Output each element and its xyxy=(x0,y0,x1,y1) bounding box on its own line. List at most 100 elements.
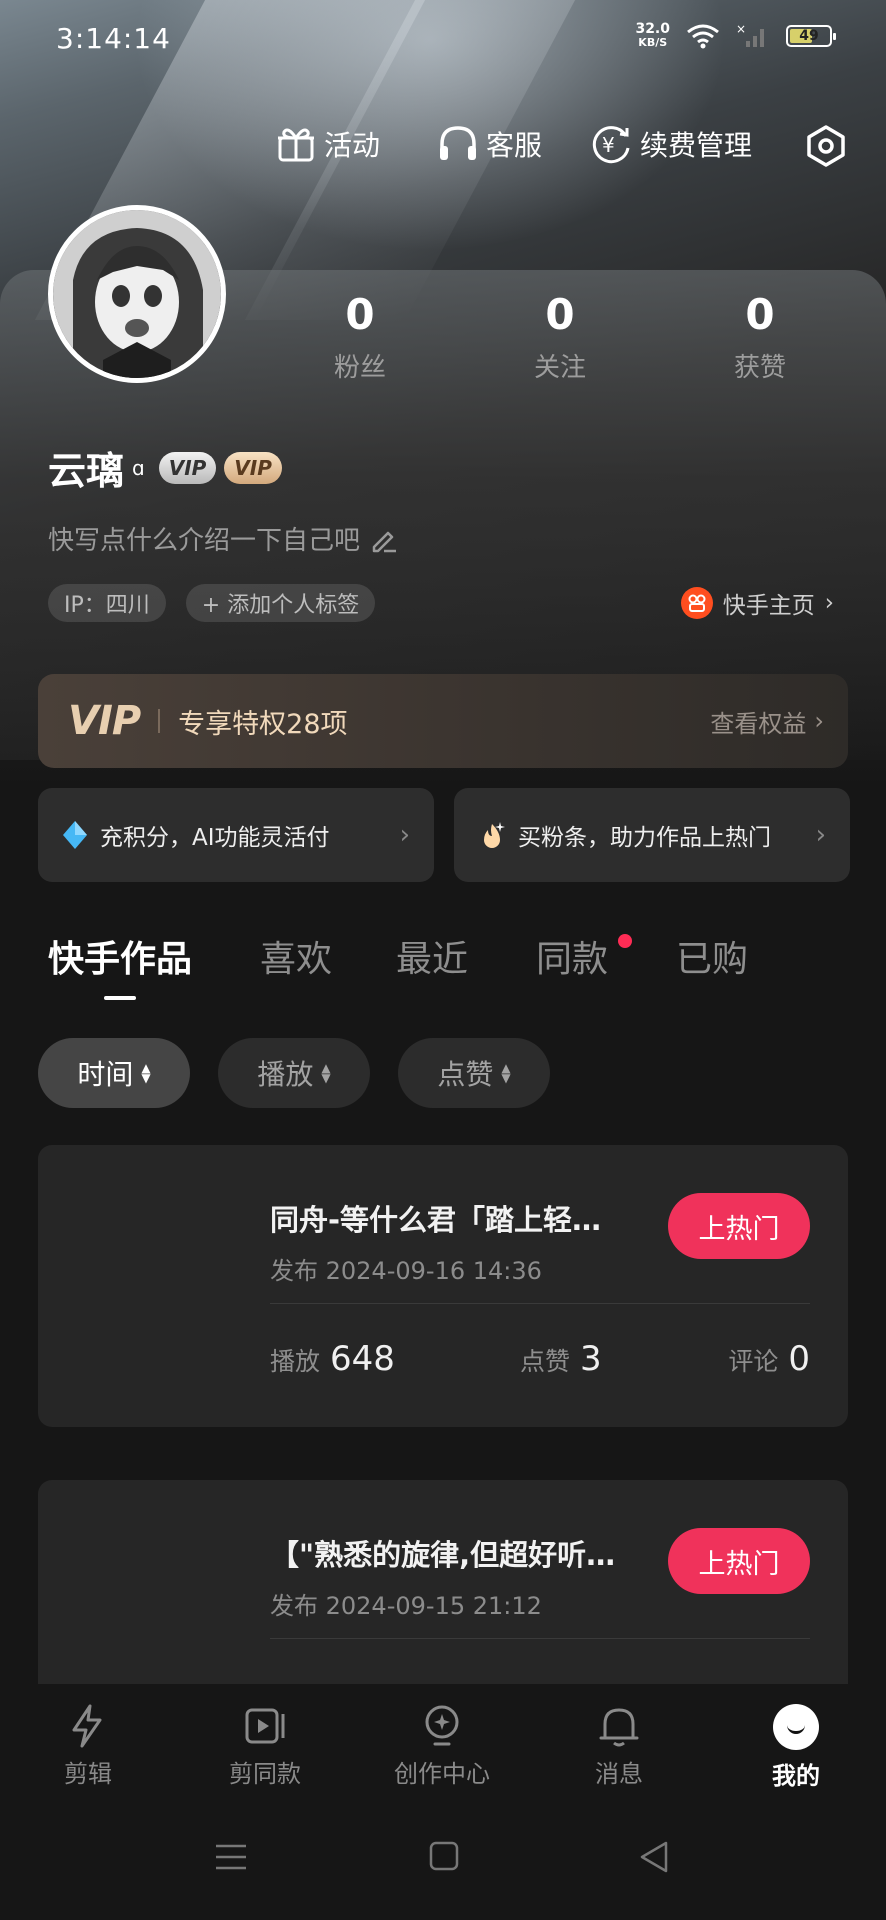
divider xyxy=(270,1638,810,1639)
tab-works[interactable]: 快手作品 xyxy=(48,930,192,982)
likes-label: 获赞 xyxy=(733,353,786,383)
sort-time-label: 时间 xyxy=(77,1058,134,1091)
sort-by-likes-button[interactable]: 点赞 ▲ ▼ xyxy=(398,1038,550,1108)
username-row: 云璃 ɑ VIP VIP xyxy=(48,440,282,495)
gender-icon: ɑ xyxy=(132,455,145,480)
bio-row[interactable]: 快写点什么介绍一下自己吧 xyxy=(48,520,398,557)
diamond-icon xyxy=(63,821,87,849)
work-stats: 播放 648 点赞 3 评论 0 xyxy=(270,1339,810,1383)
promote-hot-button[interactable]: 上热门 xyxy=(668,1528,810,1594)
system-navigation-bar xyxy=(0,1804,886,1920)
active-tab-indicator xyxy=(104,996,136,1000)
lightbulb-icon xyxy=(425,1705,459,1746)
svg-text:¥: ¥ xyxy=(602,133,615,157)
following-label: 关注 xyxy=(533,353,586,383)
divider xyxy=(158,709,161,733)
vip-logo: VIP xyxy=(68,698,141,744)
tab-recent[interactable]: 最近 xyxy=(396,930,468,982)
content-tabs: 快手作品 喜欢 最近 同款 已购 xyxy=(0,930,886,1000)
bottom-navigation: 剪辑 剪同款 创作中心 消息 我的 xyxy=(0,1684,886,1804)
chevron-right-icon: › xyxy=(815,820,826,850)
chevron-right-icon: › xyxy=(814,707,824,735)
menu-icon[interactable] xyxy=(214,1840,248,1874)
points-promo-label: 充积分，AI功能灵活付 xyxy=(100,825,330,851)
chevron-right-icon: › xyxy=(399,820,410,850)
kuaishou-home-link[interactable]: 快手主页 › xyxy=(680,586,834,620)
nav-me[interactable]: 我的 xyxy=(736,1702,856,1791)
avatar[interactable] xyxy=(48,205,226,383)
fans-promo-label: 买粉条，助力作品上热门 xyxy=(518,825,771,851)
nav-messages-label: 消息 xyxy=(595,1760,643,1788)
likes-value: 3 xyxy=(580,1339,602,1379)
service-label: 客服 xyxy=(486,129,543,162)
home-link-label: 快手主页 xyxy=(722,593,815,619)
fans-count: 0 xyxy=(345,290,375,339)
sort-plays-label: 播放 xyxy=(257,1058,314,1091)
network-speed: 32.0 KB/S xyxy=(635,22,670,50)
sort-arrows-icon: ▲ ▼ xyxy=(321,1061,331,1085)
back-triangle-icon[interactable] xyxy=(638,1840,670,1874)
battery-level: 49 xyxy=(799,28,819,44)
work-card[interactable]: 【"熟悉的旋律,但超好听的翻唱 发布 2024-09-15 21:12 上热门 xyxy=(38,1480,848,1700)
points-promo-card[interactable]: 充积分，AI功能灵活付 › xyxy=(38,788,434,882)
edit-pencil-icon xyxy=(372,531,397,552)
bio-placeholder: 快写点什么介绍一下自己吧 xyxy=(48,526,361,556)
nav-template-label: 剪同款 xyxy=(229,1760,301,1788)
sort-likes-label: 点赞 xyxy=(437,1058,494,1091)
gift-icon xyxy=(278,128,314,162)
vip-privilege-text: 专享特权28项 xyxy=(178,708,348,740)
comments-value: 0 xyxy=(788,1339,810,1379)
username: 云璃 xyxy=(48,449,125,493)
sort-by-time-button[interactable]: 时间 ▲ ▼ xyxy=(38,1038,190,1108)
video-template-icon xyxy=(245,1708,285,1744)
work-title: 【"熟悉的旋律,但超好听的翻唱 xyxy=(270,1538,620,1572)
network-speed-unit: KB/S xyxy=(638,36,668,49)
home-square-icon[interactable] xyxy=(428,1840,460,1872)
tab-likes[interactable]: 喜欢 xyxy=(260,930,332,982)
customer-service-button[interactable]: 客服 xyxy=(436,122,542,166)
headset-icon xyxy=(440,126,476,160)
add-tag-button[interactable]: + 添加个人标签 xyxy=(185,584,376,622)
plays-label: 播放 xyxy=(270,1347,321,1376)
nav-same-template[interactable]: 剪同款 xyxy=(205,1702,325,1789)
work-card[interactable]: 同舟-等什么君「踏上轻舟去往白帝城」 发布 2024-09-16 14:36 上… xyxy=(38,1145,848,1427)
stat-following[interactable]: 0 关注 xyxy=(500,290,620,384)
fans-label: 粉丝 xyxy=(333,353,386,383)
fans-promo-card[interactable]: 买粉条，助力作品上热门 › xyxy=(454,788,850,882)
vip-gold-badge[interactable]: VIP xyxy=(224,451,282,484)
divider xyxy=(270,1303,810,1304)
top-actions: 活动 客服 ¥ 续费管理 xyxy=(0,122,886,174)
status-bar: 3:14:14 32.0 KB/S × 49 xyxy=(0,0,886,80)
promote-hot-button[interactable]: 上热门 xyxy=(668,1193,810,1259)
network-speed-value: 32.0 xyxy=(635,21,670,37)
chevron-right-icon: › xyxy=(824,590,834,616)
sort-by-plays-button[interactable]: 播放 ▲ ▼ xyxy=(218,1038,370,1108)
renew-yen-icon: ¥ xyxy=(592,126,630,164)
nav-edit[interactable]: 剪辑 xyxy=(28,1702,148,1789)
tab-same-style[interactable]: 同款 xyxy=(536,930,608,982)
settings-button[interactable] xyxy=(804,124,848,168)
nav-create-label: 创作中心 xyxy=(394,1760,490,1788)
stat-fans[interactable]: 0 粉丝 xyxy=(300,290,420,384)
bell-icon xyxy=(599,1708,639,1747)
following-count: 0 xyxy=(545,290,575,339)
avatar-illustration-icon xyxy=(53,210,221,378)
nav-edit-label: 剪辑 xyxy=(64,1760,112,1788)
work-publish-date: 发布 2024-09-16 14:36 xyxy=(270,1257,542,1285)
vip-badge[interactable]: VIP xyxy=(158,451,217,484)
status-time: 3:14:14 xyxy=(56,22,171,55)
nav-me-label: 我的 xyxy=(772,1762,820,1790)
tab-purchased[interactable]: 已购 xyxy=(676,930,748,982)
view-benefits-link[interactable]: 查看权益 › xyxy=(710,704,824,739)
view-benefits-label: 查看权益 xyxy=(710,709,807,738)
vip-privilege-banner[interactable]: VIP 专享特权28项 查看权益 › xyxy=(38,674,848,768)
sort-arrows-icon: ▲ ▼ xyxy=(501,1061,511,1085)
nav-creator-center[interactable]: 创作中心 xyxy=(382,1702,502,1789)
work-plays: 播放 648 xyxy=(270,1339,395,1379)
activity-button[interactable]: 活动 xyxy=(274,122,380,166)
stat-likes[interactable]: 0 获赞 xyxy=(700,290,820,384)
wifi-icon xyxy=(687,24,719,49)
flame-sparkle-icon xyxy=(484,822,505,848)
renewal-management-button[interactable]: ¥ 续费管理 xyxy=(590,122,752,166)
nav-messages[interactable]: 消息 xyxy=(559,1702,679,1789)
